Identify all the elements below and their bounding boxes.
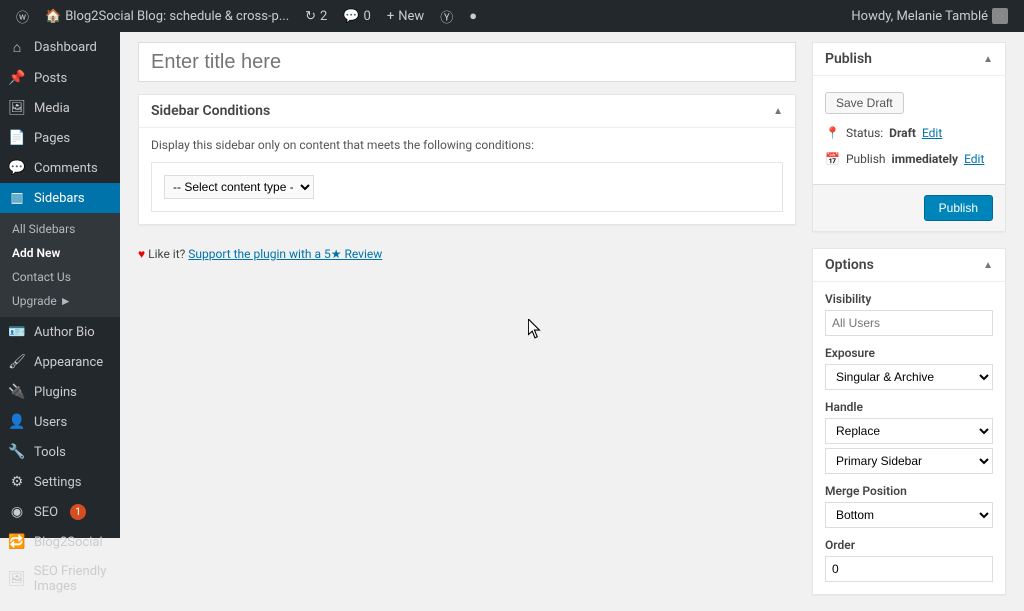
chevron-up-icon[interactable]: ▲ — [773, 106, 783, 117]
menu-pages[interactable]: 📄Pages — [0, 123, 120, 153]
menu-comments[interactable]: 💬Comments — [0, 153, 120, 183]
status-label: Status: — [846, 126, 883, 140]
yoast-icon: Ⓨ — [440, 7, 453, 26]
page-icon: 📄 — [8, 130, 26, 146]
handle-label: Handle — [825, 400, 993, 414]
content-area: Sidebar Conditions ▲ Display this sideba… — [120, 32, 1024, 538]
order-label: Order — [825, 538, 993, 552]
menu-tools[interactable]: 🔧Tools — [0, 437, 120, 467]
refresh-icon: ↻ — [305, 9, 316, 24]
exposure-label: Exposure — [825, 346, 993, 360]
share-icon: 🔁 — [8, 534, 26, 550]
submenu-all[interactable]: All Sidebars — [0, 217, 120, 241]
user-icon: 👤 — [8, 414, 26, 430]
menu-media[interactable]: 🖼Media — [0, 93, 120, 123]
publish-when-value: immediately — [892, 152, 959, 166]
menu-seo-images[interactable]: 🖼SEO Friendly Images — [0, 557, 120, 601]
sidebars-submenu: All Sidebars Add New Contact Us Upgrade … — [0, 213, 120, 317]
visibility-label: Visibility — [825, 292, 993, 306]
menu-users[interactable]: 👤Users — [0, 407, 120, 437]
updates[interactable]: ↻2 — [297, 0, 335, 32]
publish-button[interactable]: Publish — [924, 195, 993, 221]
handle-action-select[interactable]: Replace — [825, 418, 993, 444]
new-content[interactable]: +New — [379, 0, 432, 32]
options-title: Options — [825, 257, 874, 273]
review-link[interactable]: Support the plugin with a 5★ Review — [188, 247, 382, 261]
menu-posts[interactable]: 📌Posts — [0, 63, 120, 93]
comment-icon: 💬 — [343, 9, 359, 24]
panel-title: Sidebar Conditions — [151, 103, 270, 119]
menu-appearance[interactable]: 🖌Appearance — [0, 347, 120, 377]
status-dot[interactable]: ● — [461, 0, 485, 32]
save-draft-button[interactable]: Save Draft — [825, 92, 904, 114]
merge-label: Merge Position — [825, 484, 993, 498]
comments-bubble[interactable]: 💬0 — [335, 0, 379, 32]
admin-bar: ⓦ 🏠Blog2Social Blog: schedule & cross-p.… — [0, 0, 1024, 32]
seo-badge: 1 — [70, 504, 86, 520]
my-account[interactable]: Howdy, Melanie Tamblé — [843, 0, 1016, 32]
settings-icon: ⚙ — [8, 474, 26, 490]
brush-icon: 🖌 — [8, 354, 26, 370]
menu-dashboard[interactable]: ⌂Dashboard — [0, 32, 120, 63]
seo-icon: ◉ — [8, 504, 26, 520]
dashboard-icon: ⌂ — [8, 39, 26, 56]
menu-blog2social[interactable]: 🔁Blog2Social — [0, 527, 120, 557]
chevron-up-icon[interactable]: ▲ — [983, 54, 993, 65]
status-value: Draft — [889, 126, 916, 140]
admin-menu: ⌂Dashboard 📌Posts 🖼Media 📄Pages 💬Comment… — [0, 32, 120, 538]
submenu-add-new[interactable]: Add New — [0, 241, 120, 265]
review-prompt: ♥ Like it? Support the plugin with a 5★ … — [138, 241, 796, 267]
id-icon: 🪪 — [8, 324, 26, 340]
order-input[interactable] — [825, 556, 993, 582]
wordpress-icon: ⓦ — [16, 7, 29, 26]
visibility-input[interactable] — [825, 310, 993, 336]
options-header[interactable]: Options ▲ — [813, 249, 1005, 282]
publish-when-label: Publish — [846, 152, 886, 166]
publish-when-edit[interactable]: Edit — [964, 152, 984, 166]
wp-logo[interactable]: ⓦ — [8, 0, 37, 32]
sidebar-conditions-header[interactable]: Sidebar Conditions ▲ — [139, 95, 795, 128]
publish-title: Publish — [825, 51, 872, 67]
wrench-icon: 🔧 — [8, 444, 26, 460]
menu-author-bio[interactable]: 🪪Author Bio — [0, 317, 120, 347]
plus-icon: + — [387, 9, 394, 24]
pin-icon: 📌 — [8, 70, 26, 86]
exposure-select[interactable]: Singular & Archive — [825, 364, 993, 390]
merge-select[interactable]: Bottom — [825, 502, 993, 528]
submenu-upgrade[interactable]: Upgrade ► — [0, 289, 120, 313]
image-icon: 🖼 — [8, 571, 26, 587]
sidebars-icon: ▥ — [8, 190, 26, 206]
comment-icon: 💬 — [8, 160, 26, 176]
submenu-contact[interactable]: Contact Us — [0, 265, 120, 289]
site-name[interactable]: 🏠Blog2Social Blog: schedule & cross-p... — [37, 0, 297, 32]
chevron-up-icon[interactable]: ▲ — [983, 260, 993, 271]
condition-intro: Display this sidebar only on content tha… — [151, 138, 783, 152]
publish-header[interactable]: Publish ▲ — [813, 43, 1005, 76]
media-icon: 🖼 — [8, 100, 26, 116]
calendar-icon: 📅 — [825, 152, 840, 166]
yoast-indicator[interactable]: Ⓨ — [432, 0, 461, 32]
content-type-select[interactable]: -- Select content type -- — [164, 175, 314, 199]
menu-settings[interactable]: ⚙Settings — [0, 467, 120, 497]
key-icon: 📍 — [825, 126, 840, 140]
menu-seo[interactable]: ◉SEO1 — [0, 497, 120, 527]
menu-plugins[interactable]: 🔌Plugins — [0, 377, 120, 407]
handle-target-select[interactable]: Primary Sidebar — [825, 448, 993, 474]
avatar-icon — [992, 8, 1008, 24]
menu-sidebars[interactable]: ▥Sidebars — [0, 183, 120, 213]
home-icon: 🏠 — [45, 9, 61, 24]
status-edit[interactable]: Edit — [922, 126, 942, 140]
heart-icon: ♥ — [138, 247, 145, 261]
plug-icon: 🔌 — [8, 384, 26, 400]
title-input[interactable] — [138, 42, 796, 82]
